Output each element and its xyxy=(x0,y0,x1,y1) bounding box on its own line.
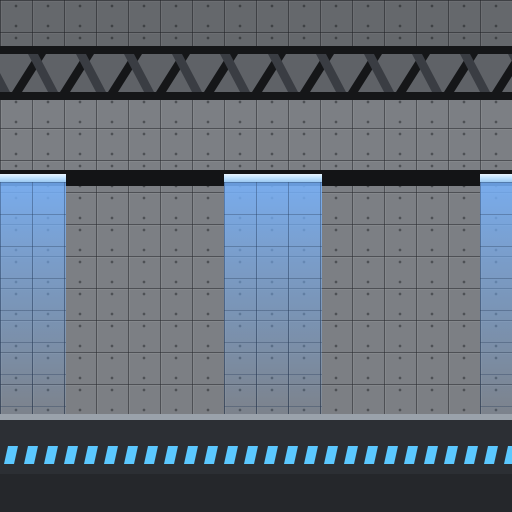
floor-stripe xyxy=(244,446,258,464)
floor-stripe xyxy=(484,446,498,464)
floor-lower xyxy=(0,474,512,512)
floor-stripe xyxy=(24,446,38,464)
floor-stripe xyxy=(64,446,78,464)
light-left xyxy=(0,174,66,418)
floor-stripe xyxy=(4,446,18,464)
floor-stripe xyxy=(164,446,178,464)
floor-stripe xyxy=(104,446,118,464)
floor-stripe xyxy=(184,446,198,464)
light-beam-grid xyxy=(0,182,66,418)
floor-stripe xyxy=(464,446,478,464)
light-beam-grid xyxy=(224,182,322,418)
floor-stripe xyxy=(444,446,458,464)
floor-stripe xyxy=(404,446,418,464)
floor-light-strip xyxy=(4,446,512,464)
floor-stripe xyxy=(304,446,318,464)
floor-stripe xyxy=(284,446,298,464)
floor-stripe xyxy=(324,446,338,464)
floor-stripe xyxy=(124,446,138,464)
floor-stripe xyxy=(84,446,98,464)
floor-stripe xyxy=(384,446,398,464)
girder-top-bar xyxy=(0,46,512,54)
light-center xyxy=(224,174,322,418)
lamp xyxy=(480,174,512,182)
floor-stripe xyxy=(224,446,238,464)
steel-truss-girder xyxy=(0,46,512,100)
light-beam-grid xyxy=(480,182,512,418)
floor-stripe xyxy=(144,446,158,464)
lamp xyxy=(224,174,322,182)
floor-stripe xyxy=(44,446,58,464)
floor-stripe xyxy=(204,446,218,464)
floor-stripe xyxy=(424,446,438,464)
floor-stripe xyxy=(504,446,512,464)
floor-stripes xyxy=(4,446,512,464)
game-scene xyxy=(0,0,512,512)
girder-bottom-bar xyxy=(0,92,512,100)
floor-stripe xyxy=(364,446,378,464)
light-right xyxy=(480,174,512,418)
floor-stripe xyxy=(264,446,278,464)
floor-stripe xyxy=(344,446,358,464)
lamp xyxy=(0,174,66,182)
wall-top-shade xyxy=(0,0,512,46)
